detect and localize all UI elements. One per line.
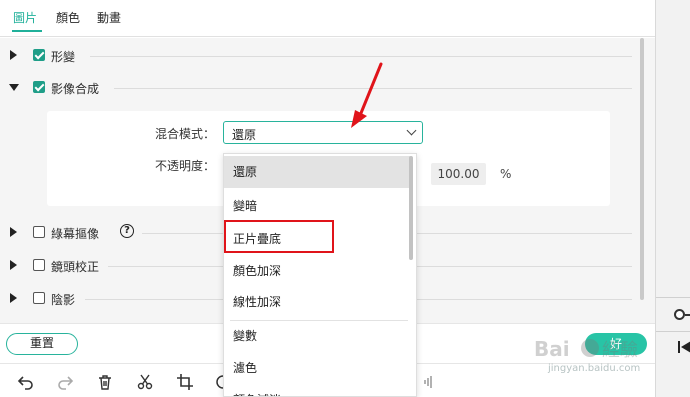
tab-image[interactable]: 圖片 [13, 9, 37, 26]
blend-mode-dropdown: 還原 變暗 正片疊底 顏色加深 線性加深 變數 濾色 顏色減淡 [223, 153, 417, 397]
reset-button[interactable]: 重置 [6, 333, 78, 355]
audio-icon[interactable] [422, 373, 440, 391]
tab-color[interactable]: 顏色 [56, 9, 80, 26]
dropdown-option[interactable]: 顏色加深 [224, 255, 410, 287]
blend-mode-value: 還原 [232, 128, 257, 142]
green-screen-checkbox[interactable] [33, 226, 45, 238]
dropdown-option[interactable]: 顏色減淡 [224, 384, 410, 396]
transform-section[interactable]: 形變 [0, 46, 640, 66]
lens-correction-checkbox[interactable] [33, 259, 45, 271]
blend-mode-label: 混合模式： [155, 127, 216, 141]
undo-icon[interactable] [17, 373, 35, 391]
tab-bar: 圖片 顏色 動畫 [0, 0, 655, 37]
dropdown-option[interactable]: 線性加深 [224, 286, 410, 318]
redo-icon[interactable] [56, 373, 74, 391]
divider [90, 56, 632, 57]
dropdown-option[interactable]: 變數 [224, 320, 410, 352]
compositing-checkbox[interactable] [33, 81, 45, 93]
chevron-down-icon [406, 125, 417, 136]
dropdown-option[interactable]: 變暗 [224, 190, 410, 222]
panel-scrollbar[interactable] [640, 38, 644, 300]
ok-button[interactable]: 好 [585, 333, 647, 355]
green-screen-label: 綠幕摳像 [51, 227, 100, 241]
divider [656, 297, 690, 298]
compositing-label: 影像合成 [51, 82, 100, 96]
expand-caret-icon[interactable] [10, 227, 17, 237]
active-tab-indicator [12, 30, 42, 32]
opacity-unit: % [500, 167, 512, 181]
zoom-slider-handle[interactable] [674, 309, 685, 320]
transform-label: 形變 [51, 50, 76, 64]
dropdown-option[interactable]: 還原 [224, 156, 410, 188]
crop-icon[interactable] [176, 373, 194, 391]
preview-side-panel [655, 0, 690, 397]
expand-caret-icon[interactable] [10, 50, 17, 60]
transform-checkbox[interactable] [33, 49, 45, 61]
shadow-checkbox[interactable] [33, 292, 45, 304]
watermark-url: jingyan.baidu.com [548, 363, 641, 374]
opacity-input[interactable]: 100.00 [431, 163, 486, 185]
previous-frame-icon[interactable] [678, 340, 690, 354]
divider [656, 331, 690, 332]
expand-caret-icon[interactable] [10, 260, 17, 270]
compositing-section[interactable]: 影像合成 [0, 78, 640, 98]
help-icon[interactable]: ? [120, 224, 134, 238]
dropdown-scrollbar[interactable] [409, 156, 413, 260]
annotation-highlight-box [224, 220, 334, 253]
tab-animation[interactable]: 動畫 [97, 9, 121, 26]
annotation-arrow-icon [351, 62, 383, 128]
dropdown-option[interactable]: 濾色 [224, 352, 410, 384]
shadow-label: 陰影 [51, 293, 76, 307]
expand-caret-icon[interactable] [10, 293, 17, 303]
opacity-label: 不透明度： [155, 159, 216, 173]
collapse-caret-icon[interactable] [9, 84, 19, 91]
blend-mode-select[interactable]: 還原 [223, 121, 423, 144]
lens-correction-label: 鏡頭校正 [51, 260, 100, 274]
zoom-slider-track[interactable] [685, 314, 690, 316]
cut-icon[interactable] [136, 373, 154, 391]
delete-icon[interactable] [96, 373, 114, 391]
